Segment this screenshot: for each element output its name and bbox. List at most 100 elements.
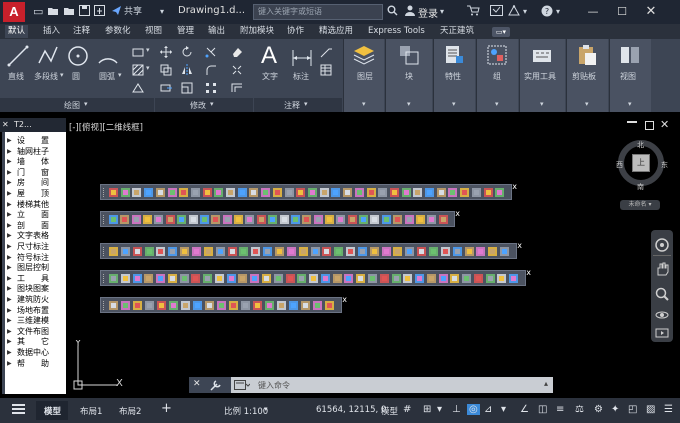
table-tool-icon[interactable] (320, 64, 332, 76)
utilities-icon[interactable] (531, 44, 553, 66)
tool-icon[interactable] (343, 188, 353, 197)
customize-icon[interactable]: ☰ (664, 404, 673, 415)
tool-icon[interactable] (297, 274, 307, 283)
tool-icon[interactable] (347, 215, 357, 224)
tool-icon[interactable] (154, 215, 164, 224)
tool-icon[interactable] (169, 301, 178, 310)
annotate-panel-title[interactable]: 注释 (284, 100, 300, 111)
tool-icon[interactable] (286, 247, 296, 256)
group-icon[interactable] (486, 44, 508, 66)
tool-icon[interactable] (354, 188, 364, 197)
tool-icon[interactable] (253, 301, 262, 310)
utilities-dropdown-icon[interactable]: ▾ (540, 100, 544, 108)
isodraft-icon[interactable]: ⊿ (484, 404, 492, 415)
tool-icon[interactable] (279, 215, 289, 224)
command-expand-icon[interactable]: ▴ (544, 379, 548, 388)
tangent-menu-item[interactable]: ▶ 轴网柱子 (5, 147, 66, 158)
tool-icon[interactable] (438, 274, 448, 283)
modify-panel-dropdown-icon[interactable]: ▾ (210, 100, 214, 108)
explode-tool-icon[interactable] (231, 64, 243, 76)
tool-icon[interactable] (203, 274, 213, 283)
tool-icon[interactable] (145, 301, 154, 310)
tab-featured-apps[interactable]: 精选应用 (319, 25, 353, 38)
tangent-menu-item[interactable]: ▶ 建筑防火 (5, 295, 66, 306)
tool-icon[interactable] (120, 215, 130, 224)
tool-icon[interactable] (179, 188, 189, 197)
tool-icon[interactable] (227, 247, 237, 256)
tab-tangent-arch[interactable]: 天正建筑 (440, 25, 474, 38)
annotation-monitor-icon[interactable]: ✦ (611, 404, 619, 415)
tool-icon[interactable] (405, 247, 415, 256)
tangent-menu-item[interactable]: ▶ 场地布置 (5, 306, 66, 317)
help-dropdown-icon[interactable]: ▾ (556, 5, 560, 19)
object-snap-tracking-icon[interactable]: ∠ (520, 404, 529, 415)
tool-icon[interactable] (460, 188, 470, 197)
tool-icon[interactable] (448, 188, 458, 197)
tool-icon[interactable] (391, 274, 401, 283)
tool-icon[interactable] (179, 274, 189, 283)
tool-icon[interactable] (222, 215, 232, 224)
tangent-menu-item[interactable]: ▶ 数据中心 (5, 348, 66, 359)
tool-icon[interactable] (168, 247, 178, 256)
tool-icon[interactable] (308, 188, 317, 197)
tool-icon[interactable] (191, 247, 201, 256)
tool-icon[interactable] (378, 188, 388, 197)
tool-icon[interactable] (165, 215, 175, 224)
tool-icon[interactable] (401, 188, 411, 197)
tab-output[interactable]: 输出 (208, 25, 225, 38)
tool-icon[interactable] (417, 247, 427, 256)
tool-icon[interactable] (265, 301, 274, 310)
properties-icon[interactable] (443, 44, 465, 66)
tool-icon[interactable] (427, 215, 437, 224)
line-tool-icon[interactable] (7, 45, 29, 67)
tool-icon[interactable] (217, 301, 226, 310)
ucs-icon[interactable]: Y X (70, 340, 130, 392)
modify-panel-title[interactable]: 修改 (190, 100, 206, 111)
tool-icon[interactable] (241, 301, 250, 310)
tool-icon[interactable] (450, 274, 460, 283)
fillet-tool-icon[interactable] (205, 64, 217, 76)
tool-icon[interactable] (274, 247, 284, 256)
tangent-menu-item[interactable]: ▶ 尺寸标注 (5, 242, 66, 253)
tangent-menu-item[interactable]: ▶ 门 窗 (5, 168, 66, 179)
tool-icon[interactable] (366, 188, 376, 197)
viewcube-top-face[interactable]: 上 (637, 157, 645, 168)
tool-icon[interactable] (284, 188, 294, 197)
leader-tool-icon[interactable] (320, 46, 332, 58)
tangent-menu-item[interactable]: ▶ 帮 助 (5, 359, 66, 370)
layers-icon[interactable] (353, 44, 375, 66)
circle-dropdown-icon[interactable]: ▾ (60, 71, 64, 79)
clipboard-dropdown-icon[interactable]: ▾ (585, 100, 589, 108)
minimize-button[interactable]: — (582, 3, 604, 21)
tool-icon[interactable] (190, 188, 200, 197)
tangent-menu-item[interactable]: ▶ 立 面 (5, 210, 66, 221)
tab-parametric[interactable]: 参数化 (105, 25, 131, 38)
toolbar-close-icon[interactable]: x (512, 182, 517, 191)
tab-express-tools[interactable]: Express Tools (368, 25, 425, 38)
tool-icon[interactable] (226, 274, 236, 283)
pan-hand-icon[interactable] (655, 262, 669, 276)
viewport-close-icon[interactable]: ✕ (660, 118, 669, 131)
tool-icon[interactable] (132, 188, 142, 197)
tool-icon[interactable] (251, 247, 261, 256)
scale-dropdown-icon[interactable]: ▾ (264, 405, 268, 413)
ribbon-toggle-icon[interactable]: ▭▾ (492, 27, 510, 37)
tool-icon[interactable] (393, 247, 403, 256)
tool-icon[interactable] (177, 215, 187, 224)
layout1-tab[interactable]: 布局1 (80, 405, 102, 417)
tool-icon[interactable] (413, 188, 423, 197)
properties-dropdown-icon[interactable]: ▾ (452, 100, 456, 108)
tool-icon[interactable] (310, 247, 320, 256)
tool-icon[interactable] (238, 274, 248, 283)
user-icon[interactable] (405, 5, 415, 20)
model-tab[interactable]: 模型 (44, 405, 61, 417)
toolbar-close-icon[interactable]: x (517, 241, 522, 250)
tool-icon[interactable] (403, 274, 413, 283)
tangent-menu-item[interactable]: ▶ 屋 顶 (5, 189, 66, 200)
tool-icon[interactable] (464, 247, 474, 256)
tool-icon[interactable] (404, 215, 414, 224)
tool-icon[interactable] (120, 247, 130, 256)
arc-tool-icon[interactable] (97, 45, 119, 67)
layers-dropdown-icon[interactable]: ▾ (362, 100, 366, 108)
tool-icon[interactable] (389, 188, 399, 197)
